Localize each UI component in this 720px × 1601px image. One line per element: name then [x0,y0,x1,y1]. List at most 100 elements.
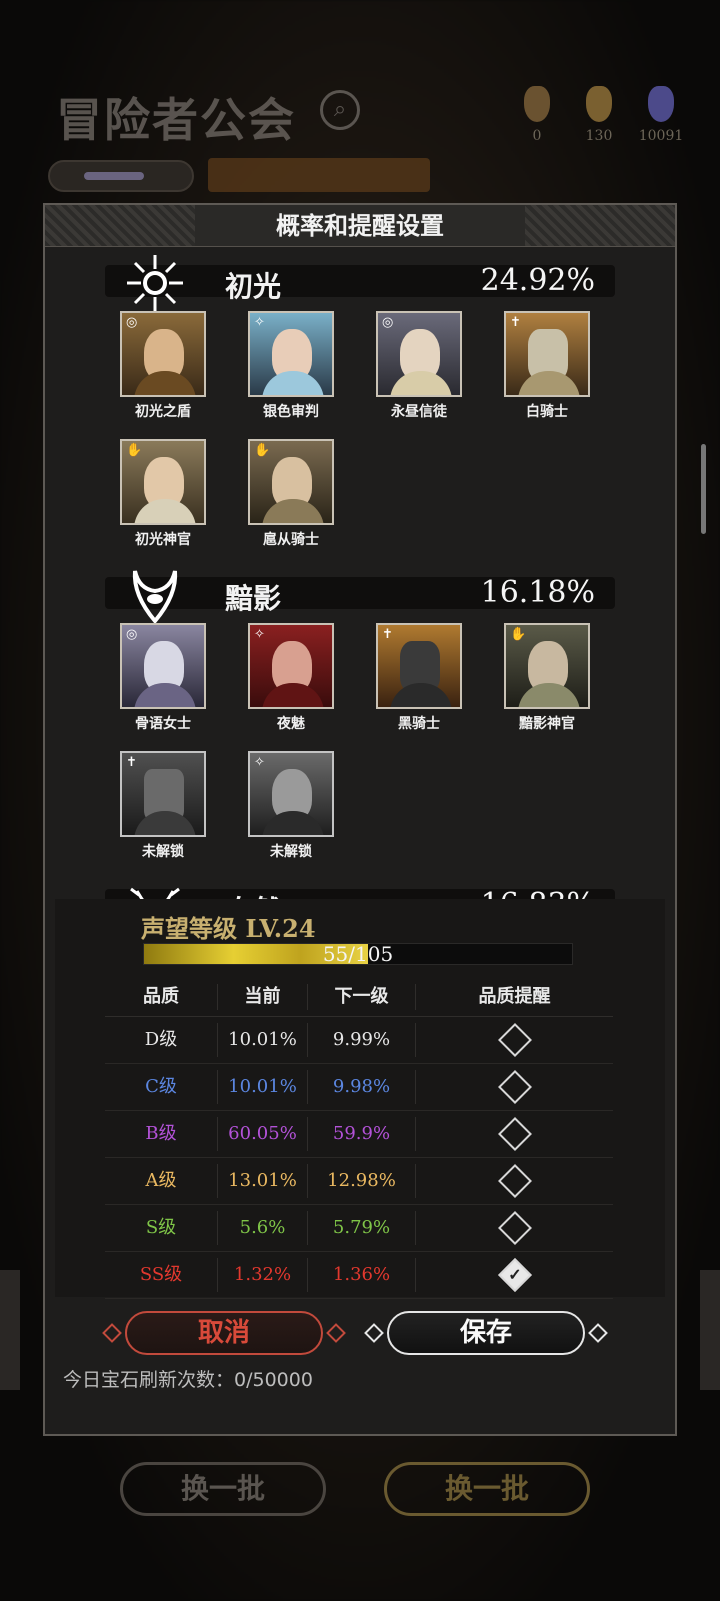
current-rate: 60.05% [217,1117,307,1151]
hero-portrait: ◎ [376,311,462,397]
hero-portrait: ✝ [504,311,590,397]
cancel-label: 取消 [197,1318,250,1348]
checkmark-icon: ✓ [507,1265,522,1284]
class-badge-icon: ◎ [126,315,138,330]
hero-name: 黯影神官 [519,716,575,732]
current-rate: 10.01% [217,1070,307,1104]
quality-row: SS级 1.32% 1.36% ✓ [105,1252,613,1299]
prestige-progress-bar: 55/105 [143,942,573,966]
hero-card[interactable]: ◎ 骨语女士 [120,623,206,733]
reminder-toggle[interactable] [497,1070,532,1104]
refresh-count: 今日宝石刷新次数：0/50000 [63,1369,313,1391]
hero-card[interactable]: ✋ 初光神官 [120,439,206,549]
hero-card[interactable]: ✧ 夜魅 [248,623,334,733]
header-current: 当前 [217,983,307,1010]
probability-dialog: 概率和提醒设置 初光 24.92% ◎ 初光之盾 ✧ 银色审判 ◎ 永昼信徒 ✝… [43,203,677,1436]
faction-name-light: 初光 [225,270,282,303]
dialog-title: 概率和提醒设置 [195,205,525,246]
guild-level-bar [48,160,194,192]
bg-refresh-button-1: 换一批 [120,1462,326,1516]
hero-portrait: ✋ [120,439,206,525]
reminder-toggle[interactable] [497,1211,532,1245]
diamond-ornament-icon [364,1323,384,1343]
diamond-ornament-icon [102,1323,122,1343]
quality-grade: B级 [145,1123,177,1144]
side-panel-right [700,1270,720,1390]
quality-row: S级 5.6% 5.79% [105,1205,613,1252]
hero-card[interactable]: ✋ 扈从骑士 [248,439,334,549]
class-badge-icon: ◎ [382,315,394,330]
prestige-level: 声望等级 LV.24 [141,914,316,943]
faction-percent-light: 24.92% [480,263,595,298]
faction-percent-shadow: 16.18% [480,575,595,610]
resource-2: 130 [574,86,624,144]
hero-portrait: ✋ [248,439,334,525]
reminder-cell [415,1117,613,1151]
faction-name-shadow: 黯影 [225,582,282,615]
next-rate: 1.36% [307,1258,415,1292]
faction-scroll-list[interactable]: 初光 24.92% ◎ 初光之盾 ✧ 银色审判 ◎ 永昼信徒 ✝ 白骑士 ✋ 初… [45,249,675,945]
next-rate: 59.9% [307,1117,415,1151]
hero-portrait-locked: ✧ [248,751,334,837]
class-badge-icon: ✋ [126,443,143,458]
horned-shield-icon [132,570,178,625]
guild-title: 冒险者公会 [56,93,296,147]
hero-card[interactable]: ✋ 黯影神官 [504,623,590,733]
quality-grade: S级 [145,1217,177,1238]
hero-name: 骨语女士 [135,716,191,732]
quality-table: 品质 当前 下一级 品质提醒 D级 10.01% 9.99% C级 10.01% 9.98… [105,977,613,1299]
hero-card[interactable]: ◎ 永昼信徒 [376,311,462,421]
hero-card[interactable]: ◎ 初光之盾 [120,311,206,421]
reminder-cell: ✓ [415,1258,613,1292]
save-label: 保存 [459,1318,512,1348]
cancel-button[interactable]: 取消 [102,1311,346,1355]
hero-name: 未解锁 [142,844,184,860]
hero-card[interactable]: ✝ 白骑士 [504,311,590,421]
hero-name: 初光之盾 [135,404,191,420]
table-header: 品质 当前 下一级 品质提醒 [105,977,613,1017]
hero-portrait: ✧ [248,311,334,397]
reminder-cell [415,1023,613,1057]
hero-portrait-locked: ✝ [120,751,206,837]
reminder-toggle[interactable] [497,1023,532,1057]
hero-card[interactable]: ✝ 未解锁 [120,751,206,861]
diamond-ornament-icon [326,1323,346,1343]
header-next: 下一级 [307,983,415,1010]
hero-name: 黑骑士 [398,716,440,732]
resource-1: 0 [512,86,562,144]
next-rate: 5.79% [307,1211,415,1245]
current-rate: 13.01% [217,1164,307,1198]
class-badge-icon: ✧ [254,755,265,770]
hero-card[interactable]: ✧ 未解锁 [248,751,334,861]
bg-refresh-button-2: 换一批 [384,1462,590,1516]
hero-name: 扈从骑士 [263,532,319,548]
quality-grade: SS级 [139,1264,183,1285]
scrollbar[interactable] [701,444,706,534]
hero-card[interactable]: ✝ 黑骑士 [376,623,462,733]
reminder-cell [415,1211,613,1245]
hero-portrait: ✧ [248,623,334,709]
class-badge-icon: ✝ [126,755,137,770]
reminder-cell [415,1164,613,1198]
quality-row: C级 10.01% 9.98% [105,1064,613,1111]
coin-icon [586,86,612,122]
hero-name: 白骑士 [526,404,568,420]
quality-grade: C级 [145,1076,177,1097]
class-badge-icon: ✋ [510,627,527,642]
hero-name: 银色审判 [263,404,319,420]
gem-icon [648,86,674,122]
next-rate: 9.99% [307,1023,415,1057]
sun-icon [127,255,183,311]
reminder-toggle[interactable] [497,1117,532,1151]
hero-portrait: ✋ [504,623,590,709]
class-badge-icon: ✧ [254,315,265,330]
class-badge-icon: ✝ [382,627,393,642]
feather-icon [524,86,550,122]
header-reminder: 品质提醒 [415,983,613,1010]
resource-3: 10091 [636,86,686,144]
reminder-toggle[interactable] [497,1164,532,1198]
search-icon: ⌕ [320,90,360,130]
hero-card[interactable]: ✧ 银色审判 [248,311,334,421]
reminder-toggle[interactable]: ✓ [497,1258,532,1292]
save-button[interactable]: 保存 [364,1311,608,1355]
